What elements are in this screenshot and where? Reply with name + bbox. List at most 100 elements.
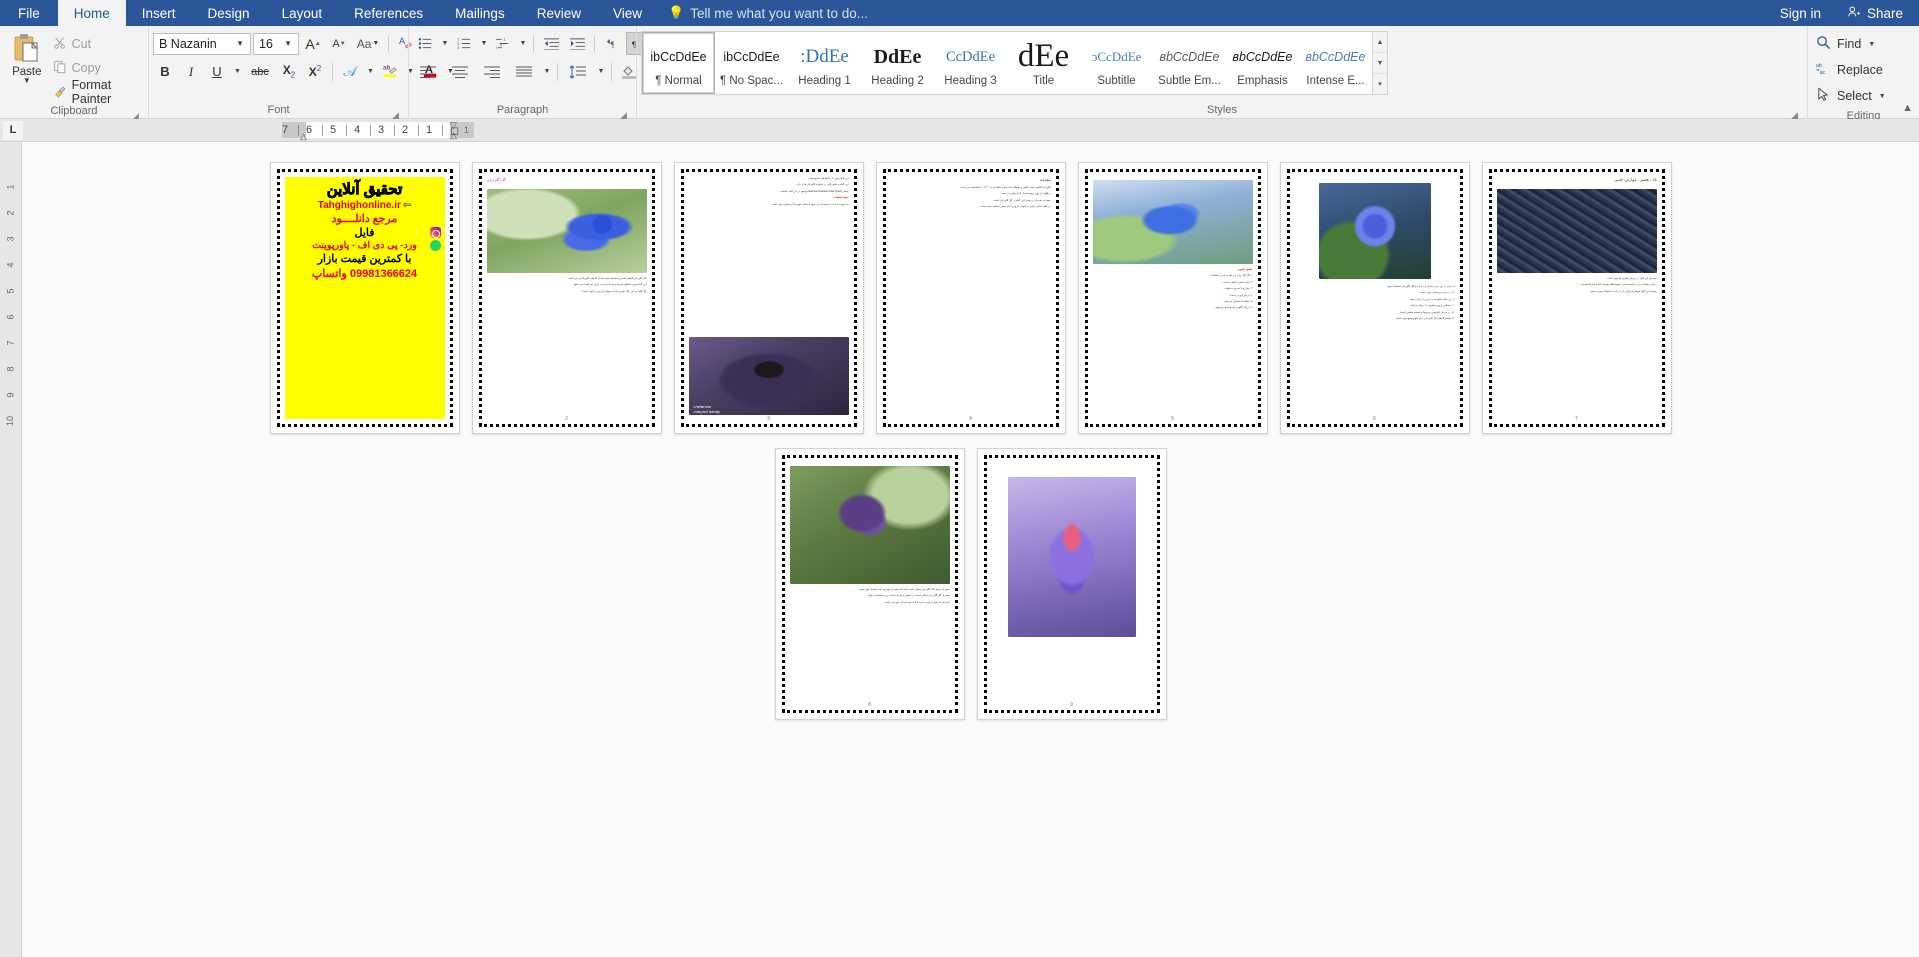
styles-more-icon[interactable]: ▾ [1373, 74, 1387, 94]
superscript-button[interactable]: X2 [303, 60, 327, 83]
document-workspace[interactable]: 1 2 3 4 5 6 7 8 9 10 تحقیق آنلاین Tahghi… [0, 142, 1919, 957]
styles-scroll-up-icon[interactable]: ▲ [1373, 32, 1387, 53]
style-item-heading-3[interactable]: CcDdEe Heading 3 [934, 32, 1007, 94]
bold-button[interactable]: B [153, 60, 177, 83]
underline-caret-icon[interactable]: ▼ [231, 60, 243, 83]
style-name-normal: ¶ Normal [655, 75, 702, 87]
style-item-heading-2[interactable]: DdEe Heading 2 [861, 32, 934, 94]
share-button[interactable]: Share [1834, 0, 1919, 26]
find-button[interactable]: Find ▼ [1812, 32, 1890, 56]
tab-design[interactable]: Design [192, 0, 266, 26]
font-name-combo[interactable]: B Nazanin ▼ [153, 32, 251, 55]
page-9[interactable]: 9 [976, 448, 1167, 720]
bullets-button[interactable] [413, 32, 437, 55]
find-caret-icon[interactable]: ▼ [1868, 41, 1875, 48]
style-item-subtitle[interactable]: ɔCcDdEe Subtitle [1080, 32, 1153, 94]
tab-home[interactable]: Home [57, 0, 126, 26]
tab-review[interactable]: Review [521, 0, 597, 26]
clipboard-commands: Cut Copy Format Painter [50, 29, 144, 106]
style-item-heading-1[interactable]: :DdEe Heading 1 [788, 32, 861, 94]
page-7[interactable]: ۱۵ - هضم - عوارض جانبی مقدمار این گیاه د… [1481, 162, 1672, 434]
replace-button[interactable]: ab ac Replace [1812, 58, 1890, 82]
align-left-button[interactable] [413, 60, 443, 83]
paste-button[interactable]: Paste ▼ [4, 29, 50, 85]
svg-text:ab: ab [1816, 63, 1822, 69]
justify-caret-icon[interactable]: ▼ [541, 60, 552, 83]
justify-button[interactable] [509, 60, 539, 83]
page-8[interactable]: مصرف زیادی گل گاو زبان ممکن است باعث افز… [774, 448, 965, 720]
sign-in-button[interactable]: Sign in [1766, 0, 1835, 26]
style-name-heading-2: Heading 2 [871, 75, 924, 87]
vertical-ruler[interactable]: 1 2 3 4 5 6 7 8 9 10 [0, 142, 22, 957]
subscript-button[interactable]: X2 [277, 60, 301, 83]
tab-view[interactable]: View [597, 0, 658, 26]
text-effects-button[interactable]: 𝒜 [338, 60, 362, 83]
page-5[interactable]: خواص دارویی ۱. گل گاو زبان و برطرف کردن … [1077, 162, 1268, 434]
page-7-number: 7 [1575, 416, 1578, 422]
style-item-subtle-emphasis[interactable]: ʙbCcDdEe Subtle Em... [1153, 32, 1226, 94]
format-painter-button[interactable]: Format Painter [50, 78, 144, 106]
page-4[interactable]: مقدمه گاوزبان گیاهی است علفی و یکساله که… [875, 162, 1066, 434]
copy-label: Copy [71, 61, 101, 75]
line-spacing-caret-icon[interactable]: ▼ [595, 60, 606, 83]
tab-layout[interactable]: Layout [266, 0, 339, 26]
left-to-right-button[interactable]: ¶ [600, 32, 624, 55]
style-item-no-spacing[interactable]: ibCcDdEe ¶ No Spac... [715, 32, 788, 94]
copy-button[interactable]: Copy [50, 57, 144, 79]
page-5-item-1: ۱. گل گاو زبان و برطرف کردن اضطراب [1209, 274, 1253, 278]
cut-button[interactable]: Cut [50, 33, 144, 55]
tab-file[interactable]: File [0, 0, 58, 26]
page-6[interactable]: ۷. برای از بین بردن سرفه از دم کرده گل گ… [1279, 162, 1470, 434]
italic-button[interactable]: I [179, 60, 203, 83]
paragraph-dialog-launcher-icon[interactable]: ◢ [619, 107, 628, 120]
change-case-button[interactable]: Aa ▼ [353, 32, 383, 55]
font-dialog-launcher-icon[interactable]: ◢ [391, 107, 400, 120]
paste-dropdown-caret-icon[interactable]: ▼ [23, 77, 31, 85]
paragraph-separator-1 [533, 34, 534, 53]
align-right-button[interactable] [477, 60, 507, 83]
strikethrough-button[interactable]: abc [245, 60, 275, 83]
font-size-combo[interactable]: 16 ▼ [253, 32, 299, 55]
tab-references[interactable]: References [338, 0, 439, 26]
cut-label: Cut [71, 37, 92, 51]
styles-gallery-scrollbar[interactable]: ▲ ▼ ▾ [1373, 31, 1388, 95]
page-row-2: مصرف زیادی گل گاو زبان ممکن است باعث افز… [774, 448, 1167, 720]
bullets-caret-icon[interactable]: ▼ [439, 32, 450, 55]
page-1[interactable]: تحقیق آنلاین Tahghighonline.ir ⇦ مرجع دا… [269, 162, 460, 434]
select-button[interactable]: Select ▼ [1812, 84, 1890, 108]
page-2[interactable]: گل گاو زبان گل گاو زبان گیاهی علفی و یکس… [471, 162, 662, 434]
left-indent-marker-icon[interactable]: △ [450, 130, 457, 141]
styles-dialog-launcher-icon[interactable]: ◢ [1790, 107, 1799, 120]
multilevel-caret-icon[interactable]: ▼ [517, 32, 528, 55]
page-3[interactable]: این گیاه بومی از خانوادهی منابع است این … [673, 162, 864, 434]
multilevel-list-button[interactable]: 1ai [491, 32, 515, 55]
ruler-mark-4: 4 [354, 122, 368, 138]
align-center-button[interactable] [445, 60, 475, 83]
tab-insert[interactable]: Insert [126, 0, 192, 26]
highlight-button[interactable]: ab [378, 60, 402, 83]
numbering-button[interactable]: 123 [452, 32, 476, 55]
font-name-caret-icon[interactable]: ▼ [232, 39, 248, 48]
style-item-intense-emphasis[interactable]: ʙbCcDdEe Intense E... [1299, 32, 1372, 94]
first-line-indent-marker-icon[interactable]: △ [300, 131, 307, 142]
text-effects-caret-icon[interactable]: ▼ [364, 60, 376, 83]
styles-scroll-down-icon[interactable]: ▼ [1373, 53, 1387, 74]
line-spacing-button[interactable] [563, 60, 593, 83]
tab-mailings[interactable]: Mailings [439, 0, 521, 26]
grow-font-button[interactable]: A ▲ [301, 32, 325, 55]
numbering-caret-icon[interactable]: ▼ [478, 32, 489, 55]
clipboard-dialog-launcher-icon[interactable]: ◢ [131, 108, 140, 121]
horizontal-ruler[interactable]: 7 │ 6 │ 5 │ 4 │ 3 │ 2 │ 1 │ ◻ 1 [282, 121, 474, 139]
decrease-indent-button[interactable] [539, 32, 563, 55]
increase-indent-button[interactable] [565, 32, 589, 55]
underline-button[interactable]: U [205, 60, 229, 83]
select-caret-icon[interactable]: ▼ [1879, 93, 1886, 100]
tab-stop-selector[interactable]: L [2, 119, 24, 141]
shrink-font-button[interactable]: A ▼ [327, 32, 351, 55]
style-item-title[interactable]: dEe Title [1007, 32, 1080, 94]
tell-me-box[interactable]: 💡 Tell me what you want to do... [658, 0, 878, 26]
font-size-caret-icon[interactable]: ▼ [280, 39, 296, 48]
style-item-normal[interactable]: ibCcDdEe ¶ Normal [642, 32, 715, 94]
style-item-emphasis[interactable]: ʙbCcDdEe Emphasis [1226, 32, 1299, 94]
collapse-ribbon-icon[interactable]: ▲ [1902, 102, 1913, 114]
